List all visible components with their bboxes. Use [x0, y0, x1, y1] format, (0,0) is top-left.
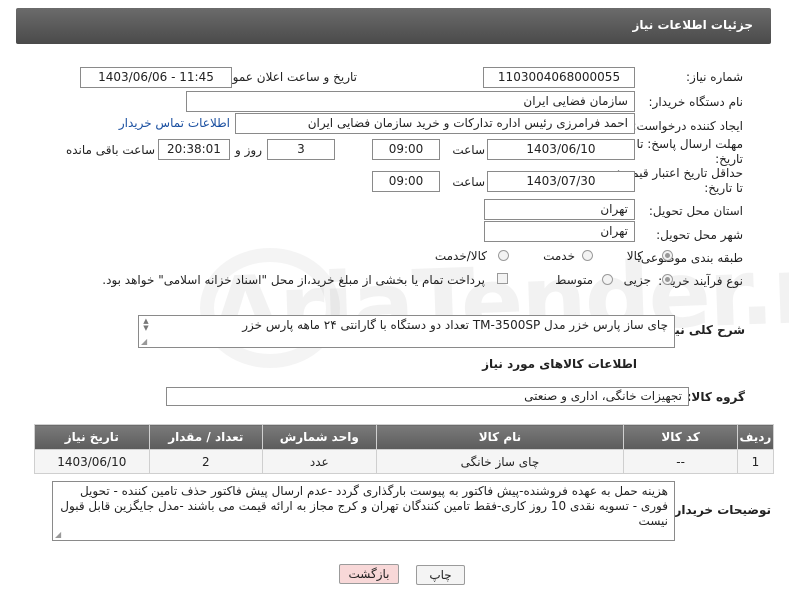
creator-field: احمد فرامرزی رئیس اداره تدارکات و خرید س… — [235, 113, 635, 134]
buyer-field: سازمان فضایی ایران — [186, 91, 635, 112]
goods-group-field: تجهیزات خانگی، اداری و صنعتی — [166, 387, 689, 406]
buyer-notes-label: توضیحات خریدار: — [669, 503, 771, 517]
goods-info-title: اطلاعات کالاهای مورد نیاز — [482, 357, 637, 371]
category-radio-goods[interactable] — [662, 250, 673, 261]
deadline-time-field: 09:00 — [372, 139, 440, 160]
resize-grip-icon[interactable]: ◢ — [55, 531, 61, 539]
items-table: ردیف کد کالا نام کالا واحد شمارش تعداد /… — [34, 424, 775, 474]
days-label: روز و — [235, 143, 262, 157]
buyer-label: نام دستگاه خریدار: — [648, 95, 744, 109]
category-radio-goods-service[interactable] — [498, 250, 509, 261]
creator-label: ایجاد کننده درخواست: — [632, 119, 743, 133]
treasury-payment-note: پرداخت تمام یا بخشی از مبلغ خرید،از محل … — [102, 273, 485, 287]
validity-time-field: 09:00 — [372, 171, 440, 192]
deadline-label: مهلت ارسال پاسخ: تا تاریخ: — [636, 137, 743, 166]
need-number-label: شماره نیاز: — [686, 70, 743, 84]
treasury-payment-checkbox[interactable] — [497, 273, 508, 284]
buyer-contact-link[interactable]: اطلاعات تماس خریدار — [119, 116, 230, 130]
need-number-field: 1103004068000055 — [483, 67, 635, 88]
cell-quantity: 2 — [148, 449, 264, 474]
validity-date-field: 1403/07/30 — [487, 171, 635, 192]
province-field: تهران — [484, 199, 635, 220]
cell-item-code: -- — [623, 449, 738, 474]
category-option-service: خدمت — [543, 249, 575, 263]
deadline-date-field: 1403/06/10 — [487, 139, 635, 160]
cell-row-number: 1 — [736, 449, 775, 474]
city-field: تهران — [484, 221, 635, 242]
process-option-medium: متوسط — [555, 273, 593, 287]
items-table-header: ردیف کد کالا نام کالا واحد شمارش تعداد /… — [34, 424, 775, 450]
process-option-minor: جزیی — [623, 273, 651, 287]
announce-datetime-field: 1403/06/06 - 11:45 — [80, 67, 232, 88]
process-radio-minor[interactable] — [662, 274, 673, 285]
col-item-name: نام کالا — [375, 424, 625, 450]
category-option-goods-service: کالا/خدمت — [434, 249, 487, 263]
remaining-days-field: 3 — [267, 139, 335, 160]
cell-unit: عدد — [262, 449, 377, 474]
summary-text: چای ساز پارس خزر مدل TM-3500SP تعداد دو … — [242, 318, 668, 332]
col-unit: واحد شمارش — [262, 424, 377, 450]
buyer-notes-textarea[interactable]: هزینه حمل به عهده فروشنده-پیش فاکتور به … — [52, 481, 675, 541]
back-button[interactable]: بازگشت — [339, 564, 399, 584]
remaining-time-field: 20:38:01 — [158, 139, 230, 160]
col-row-number: ردیف — [736, 424, 775, 450]
buyer-notes-text: هزینه حمل به عهده فروشنده-پیش فاکتور به … — [60, 484, 668, 528]
category-radio-service[interactable] — [582, 250, 593, 261]
cell-need-date: 1403/06/10 — [34, 449, 150, 474]
watermark-circle — [200, 248, 340, 368]
deadline-hour-label: ساعت — [452, 143, 485, 157]
category-label: طبقه بندی موضوعی: — [636, 251, 743, 265]
cell-item-name: چای ساز خانگی — [375, 449, 625, 474]
validity-hour-label: ساعت — [452, 175, 485, 189]
scroll-arrows-icon[interactable]: ▲ ▼ — [141, 318, 151, 332]
col-need-date: تاریخ نیاز — [34, 424, 150, 450]
process-radio-medium[interactable] — [602, 274, 613, 285]
summary-textarea[interactable]: چای ساز پارس خزر مدل TM-3500SP تعداد دو … — [138, 315, 675, 348]
announce-label: تاریخ و ساعت اعلان عمومی: — [212, 70, 357, 84]
table-row: 1 -- چای ساز خانگی عدد 2 1403/06/10 — [34, 449, 775, 474]
col-item-code: کد کالا — [623, 424, 738, 450]
province-label: استان محل تحویل: — [648, 204, 743, 218]
page-header: جزئیات اطلاعات نیاز — [16, 8, 771, 44]
page-title: جزئیات اطلاعات نیاز — [632, 18, 753, 32]
col-quantity: تعداد / مقدار — [148, 424, 264, 450]
print-button[interactable]: چاپ — [416, 565, 465, 585]
city-label: شهر محل تحویل: — [656, 228, 743, 242]
resize-grip-icon[interactable]: ◢ — [141, 338, 147, 346]
goods-group-label: گروه کالا: — [686, 390, 745, 404]
category-option-goods: کالا — [626, 249, 643, 263]
remaining-label: ساعت باقی مانده — [65, 143, 155, 157]
